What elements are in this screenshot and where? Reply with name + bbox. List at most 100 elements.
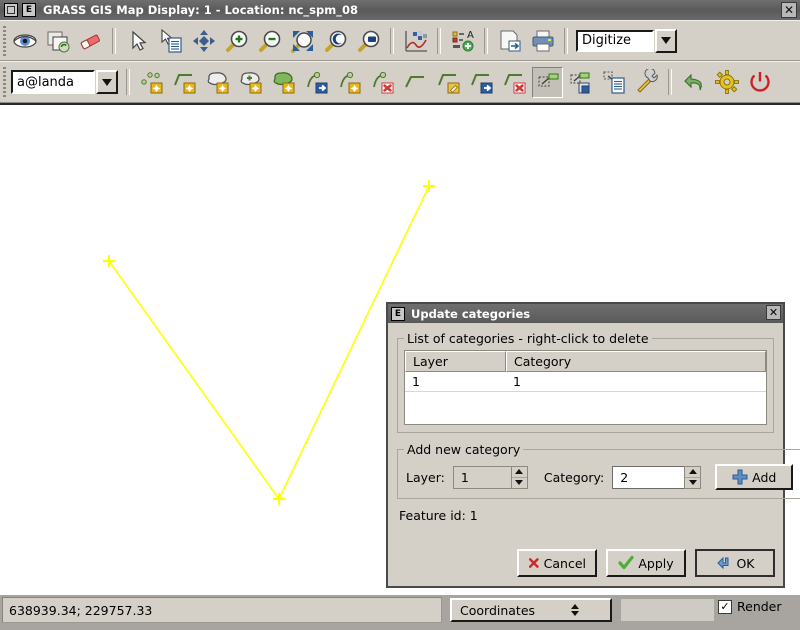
digitize-add-line-icon[interactable] xyxy=(169,67,200,98)
dialog-body: List of categories - right-click to dele… xyxy=(388,323,800,523)
category-spinner-up[interactable] xyxy=(685,467,701,478)
remove-vertex-icon[interactable] xyxy=(367,67,398,98)
layer-spinner-down[interactable] xyxy=(512,478,527,488)
digitize-toolbar-grip[interactable] xyxy=(0,62,8,102)
add-text-legend-icon[interactable]: A xyxy=(447,25,478,56)
cell-layer[interactable]: 1 xyxy=(405,372,506,391)
display-categories-icon[interactable] xyxy=(532,66,563,98)
coordinates-display: 638939.34; 229757.33 xyxy=(2,597,442,623)
undo-icon[interactable] xyxy=(678,67,709,98)
cancel-button[interactable]: Cancel xyxy=(517,549,597,577)
zoom-extent-icon[interactable] xyxy=(287,25,318,56)
category-spinner[interactable]: 2 xyxy=(612,465,702,489)
copy-categories-icon[interactable] xyxy=(565,67,596,98)
layer-spinner-up[interactable] xyxy=(511,467,527,478)
dialog-close-button[interactable]: ✕ xyxy=(766,305,781,320)
render-all-layers-icon[interactable] xyxy=(42,25,73,56)
column-header-layer[interactable]: Layer xyxy=(405,351,506,372)
mode-combo-arrow[interactable] xyxy=(655,28,677,53)
category-spinner-value[interactable]: 2 xyxy=(612,465,685,489)
digitize-add-centroid-icon[interactable] xyxy=(235,67,266,98)
query-raster-vector-icon[interactable] xyxy=(155,25,186,56)
layer-spinner[interactable]: 1 xyxy=(452,465,528,489)
map-display-mode-combo[interactable]: Digitize xyxy=(576,28,677,53)
digitize-layer-combo[interactable]: a@landa xyxy=(11,70,118,94)
render-label: Render xyxy=(737,599,782,614)
render-checkbox[interactable]: ✓ xyxy=(718,599,732,614)
toolbar-separator xyxy=(112,27,116,54)
zoom-menu-icon[interactable] xyxy=(353,25,384,56)
render-map-icon[interactable] xyxy=(9,25,40,56)
add-vertex-icon[interactable] xyxy=(334,67,365,98)
svg-text:A: A xyxy=(467,30,474,41)
edit-line-icon[interactable] xyxy=(433,67,464,98)
table-empty-area[interactable] xyxy=(405,392,766,424)
additional-tools-icon[interactable] xyxy=(631,67,662,98)
toolbar-separator xyxy=(390,27,394,54)
chevron-down-icon xyxy=(102,78,112,86)
erase-display-icon[interactable] xyxy=(75,25,106,56)
toolbar-grip[interactable] xyxy=(0,21,8,60)
statusbar-mode-combo[interactable]: Coordinates xyxy=(450,598,612,622)
print-map-icon[interactable] xyxy=(527,25,558,56)
digitize-add-point-icon[interactable] xyxy=(136,67,167,98)
zoom-out-icon[interactable] xyxy=(254,25,285,56)
display-attributes-icon[interactable] xyxy=(598,67,629,98)
toolbar-separator xyxy=(668,69,672,95)
split-line-icon[interactable] xyxy=(400,67,431,98)
table-row[interactable]: 1 1 xyxy=(405,372,766,392)
dialog-menu-icon[interactable]: E xyxy=(391,306,405,321)
window-menu-icon[interactable] xyxy=(4,3,18,17)
map-display-window: E GRASS GIS Map Display: 1 - Location: n… xyxy=(0,0,800,630)
toolbar-separator xyxy=(564,27,568,54)
triangle-up-icon xyxy=(688,469,697,474)
statusbar-mode-arrows[interactable] xyxy=(535,604,607,616)
toolbar-separator xyxy=(484,27,488,54)
digitize-toolbar: a@landa xyxy=(0,61,800,103)
zoom-back-icon[interactable] xyxy=(320,25,351,56)
delete-feature-icon[interactable] xyxy=(499,67,530,98)
cell-category[interactable]: 1 xyxy=(506,372,766,391)
ok-button[interactable]: OK xyxy=(695,549,775,577)
dialog-titlebar: E Update categories ✕ xyxy=(388,304,783,323)
status-bar: 638939.34; 229757.33 Coordinates ✓ Rende… xyxy=(0,595,800,630)
window-titlebar: E GRASS GIS Map Display: 1 - Location: n… xyxy=(0,0,800,20)
vertex-marker[interactable] xyxy=(103,255,115,267)
layer-spinner-value[interactable]: 1 xyxy=(452,465,511,489)
layer-label: Layer: xyxy=(406,469,445,485)
add-category-button[interactable]: Add xyxy=(715,464,794,490)
zoom-in-icon[interactable] xyxy=(221,25,252,56)
category-spinner-buttons[interactable] xyxy=(684,465,702,489)
quit-digitizer-icon[interactable] xyxy=(744,67,775,98)
list-of-categories-label: List of categories - right-click to dele… xyxy=(407,331,649,346)
triangle-down-icon xyxy=(515,480,524,485)
digitize-add-boundary-icon[interactable] xyxy=(202,67,233,98)
digitize-settings-icon[interactable] xyxy=(711,67,742,98)
categories-table[interactable]: Layer Category 1 1 xyxy=(404,350,767,425)
main-toolbar: A Digitize xyxy=(0,20,800,61)
apply-button[interactable]: Apply xyxy=(606,549,686,577)
column-header-category[interactable]: Category xyxy=(506,351,766,372)
digitize-layer-arrow[interactable] xyxy=(96,70,118,94)
move-feature-icon[interactable] xyxy=(466,67,497,98)
move-vertex-icon[interactable] xyxy=(301,67,332,98)
digitize-layer-value[interactable]: a@landa xyxy=(11,70,95,94)
dialog-title: Update categories xyxy=(411,306,531,321)
green-check-icon xyxy=(618,555,634,570)
layer-spinner-buttons[interactable] xyxy=(510,465,528,489)
vertex-marker[interactable] xyxy=(273,493,285,505)
mode-combo-value[interactable]: Digitize xyxy=(576,29,654,52)
category-spinner-down[interactable] xyxy=(685,478,700,488)
pan-icon[interactable] xyxy=(188,25,219,56)
window-close-button[interactable]: ✕ xyxy=(781,2,797,18)
digitize-add-area-icon[interactable] xyxy=(268,67,299,98)
vertex-marker[interactable] xyxy=(423,180,435,192)
pointer-icon[interactable] xyxy=(122,25,153,56)
statusbar-extra-field[interactable] xyxy=(620,598,715,622)
digitized-line[interactable] xyxy=(108,185,430,501)
window-restore-icon[interactable]: E xyxy=(22,3,36,17)
triangle-down-icon xyxy=(688,480,697,485)
render-toggle[interactable]: ✓ Render xyxy=(718,599,782,614)
save-display-icon[interactable] xyxy=(494,25,525,56)
analyze-profile-icon[interactable] xyxy=(400,25,431,56)
